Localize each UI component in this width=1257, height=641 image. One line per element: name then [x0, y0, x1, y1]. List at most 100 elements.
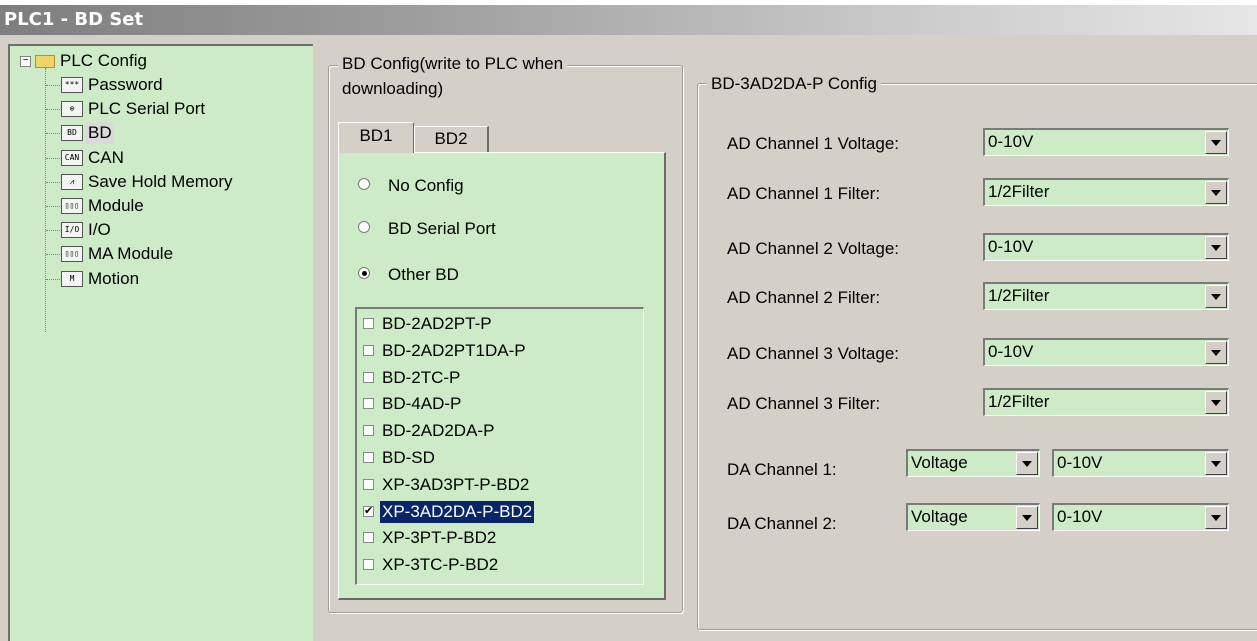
tree-item-bd[interactable]: BD BD [10, 122, 300, 146]
tree-connector [46, 157, 60, 159]
list-item[interactable]: BD-2AD2PT1DA-P [361, 340, 642, 362]
tree-connector [46, 230, 60, 232]
tree-item-label: I/O [88, 220, 111, 240]
module-icon: ▯▯▯ [61, 198, 83, 214]
da-range-select[interactable]: 0-10V [1052, 503, 1229, 531]
list-item[interactable]: ✔ XP-3AD2DA-P-BD2 [361, 500, 642, 523]
dropdown-arrow-icon[interactable] [1205, 236, 1227, 259]
tree-item-save-hold-memory[interactable]: ⩘ Save Hold Memory [10, 171, 300, 195]
radio-label: Other BD [388, 265, 459, 284]
list-item[interactable]: BD-2AD2PT-P [361, 313, 642, 335]
da-row-label: DA Channel 2: [727, 514, 837, 533]
tree-item-plc-serial-port[interactable]: ⊕ PLC Serial Port [10, 98, 300, 122]
tree-item-can[interactable]: CAN CAN [10, 147, 300, 171]
collapse-toggle-icon[interactable]: − [20, 56, 31, 67]
checkbox-icon[interactable] [363, 452, 374, 463]
list-item-label: XP-3TC-P-BD2 [382, 555, 499, 575]
tree-connector [46, 254, 60, 256]
tree-item-password[interactable]: *** Password [10, 74, 300, 98]
list-item[interactable]: BD-4AD-P [361, 393, 642, 415]
da-mode-select[interactable]: Voltage [906, 449, 1040, 477]
list-item-label: XP-3AD3PT-P-BD2 [382, 474, 530, 494]
tree-connector [46, 278, 60, 280]
tree-item-label: CAN [88, 147, 124, 167]
tab-bd2[interactable]: BD2 [414, 126, 489, 153]
radio-dot-icon [358, 221, 370, 233]
checkbox-icon[interactable] [363, 532, 374, 544]
config-row-label: AD Channel 3 Voltage: [727, 344, 900, 363]
checkbox-icon[interactable] [363, 398, 374, 410]
dropdown-arrow-icon[interactable] [1016, 452, 1038, 475]
dropdown-arrow-icon[interactable] [1205, 506, 1227, 529]
bd-config-title-line1: BD Config(write to PLC when [338, 53, 568, 75]
tree-item-label: MA Module [88, 244, 174, 264]
tree-item-module[interactable]: ▯▯▯ Module [10, 195, 300, 219]
config-row-label: AD Channel 2 Voltage: [727, 239, 900, 258]
config-row-label: AD Channel 3 Filter: [727, 394, 881, 413]
list-item[interactable]: BD-SD [361, 447, 642, 469]
tree-root-plc-config[interactable]: − PLC Config [10, 50, 300, 74]
radio-dot-icon [358, 267, 370, 279]
select-value: 0-10V [988, 237, 1034, 256]
list-item-label: XP-3PT-P-BD2 [382, 528, 497, 548]
config-select[interactable]: 1/2Filter [983, 388, 1229, 416]
config-select[interactable]: 0-10V [983, 338, 1229, 366]
checkbox-icon[interactable] [363, 425, 374, 437]
dropdown-arrow-icon[interactable] [1205, 131, 1227, 154]
tree-item-label: Save Hold Memory [88, 171, 233, 191]
config-select[interactable]: 0-10V [983, 128, 1229, 156]
radio-dot-icon [358, 178, 370, 190]
tab-bd1[interactable]: BD1 [338, 122, 414, 153]
list-item-label: BD-4AD-P [382, 394, 462, 414]
device-config-title: BD-3AD2DA-P Config [707, 73, 881, 95]
tree-connector [46, 109, 60, 111]
bd-set-window: PLC1 - BD Set − PLC Config *** Password ⊕… [0, 0, 1257, 641]
list-item-label: BD-2AD2PT1DA-P [382, 340, 526, 360]
bd-type-list[interactable]: BD-2AD2PT-P BD-2AD2PT1DA-P BD-2TC-P BD-4AD-… [355, 307, 644, 585]
tree-item-i-o[interactable]: I/O I/O [10, 219, 300, 243]
config-select[interactable]: 1/2Filter [983, 178, 1229, 206]
checkbox-icon[interactable] [363, 344, 374, 356]
config-select[interactable]: 0-10V [983, 233, 1229, 261]
tree-item-ma-module[interactable]: ▯▯▯ MA Module [10, 243, 300, 267]
checkbox-icon[interactable] [363, 559, 374, 571]
radio-bd-serial-port[interactable]: BD Serial Port [358, 218, 598, 240]
list-item[interactable]: XP-3PT-P-BD2 [361, 527, 642, 549]
tree-item-label: Module [88, 196, 144, 215]
select-value: 0-10V [1057, 453, 1103, 472]
dropdown-arrow-icon[interactable] [1016, 506, 1038, 529]
list-item[interactable]: XP-3AD3PT-P-BD2 [361, 474, 642, 496]
dropdown-arrow-icon[interactable] [1205, 391, 1227, 414]
list-item-label: XP-3AD2DA-P-BD2 [380, 500, 535, 523]
dropdown-arrow-icon[interactable] [1205, 181, 1227, 204]
select-value: 1/2Filter [988, 392, 1050, 411]
checked-checkbox-icon[interactable]: ✔ [363, 505, 374, 517]
tree-item-label: Password [88, 75, 163, 94]
config-row-label: AD Channel 1 Voltage: [727, 134, 900, 153]
tree-connector [46, 181, 60, 183]
radio-no-config[interactable]: No Config [358, 175, 598, 197]
checkbox-icon[interactable] [363, 318, 374, 329]
select-value: 1/2Filter [988, 286, 1050, 305]
dropdown-arrow-icon[interactable] [1205, 285, 1227, 308]
da-range-select[interactable]: 0-10V [1052, 449, 1229, 477]
tree-connector [46, 206, 60, 207]
list-item-label: BD-2AD2PT-P [382, 314, 492, 333]
list-item[interactable]: XP-3TC-P-BD2 [361, 554, 642, 576]
tree-item-label: BD [86, 122, 114, 145]
config-select[interactable]: 1/2Filter [983, 282, 1229, 310]
checkbox-icon[interactable] [363, 478, 374, 490]
dropdown-arrow-icon[interactable] [1205, 341, 1227, 364]
list-item[interactable]: BD-2TC-P [361, 367, 642, 389]
da-mode-select[interactable]: Voltage [906, 503, 1040, 531]
select-value: 0-10V [988, 342, 1034, 361]
config-tree[interactable]: − PLC Config *** Password ⊕ PLC Serial Por… [8, 44, 313, 641]
list-item-label: BD-2TC-P [382, 367, 461, 387]
checkbox-icon[interactable] [363, 371, 374, 383]
radio-other-bd[interactable]: Other BD [358, 264, 598, 286]
window-title: PLC1 - BD Set [0, 5, 1257, 35]
list-item[interactable]: BD-2AD2DA-P [361, 420, 642, 442]
io-icon: I/O [61, 222, 83, 239]
dropdown-arrow-icon[interactable] [1205, 452, 1227, 475]
tree-item-motion[interactable]: M Motion [10, 268, 300, 292]
